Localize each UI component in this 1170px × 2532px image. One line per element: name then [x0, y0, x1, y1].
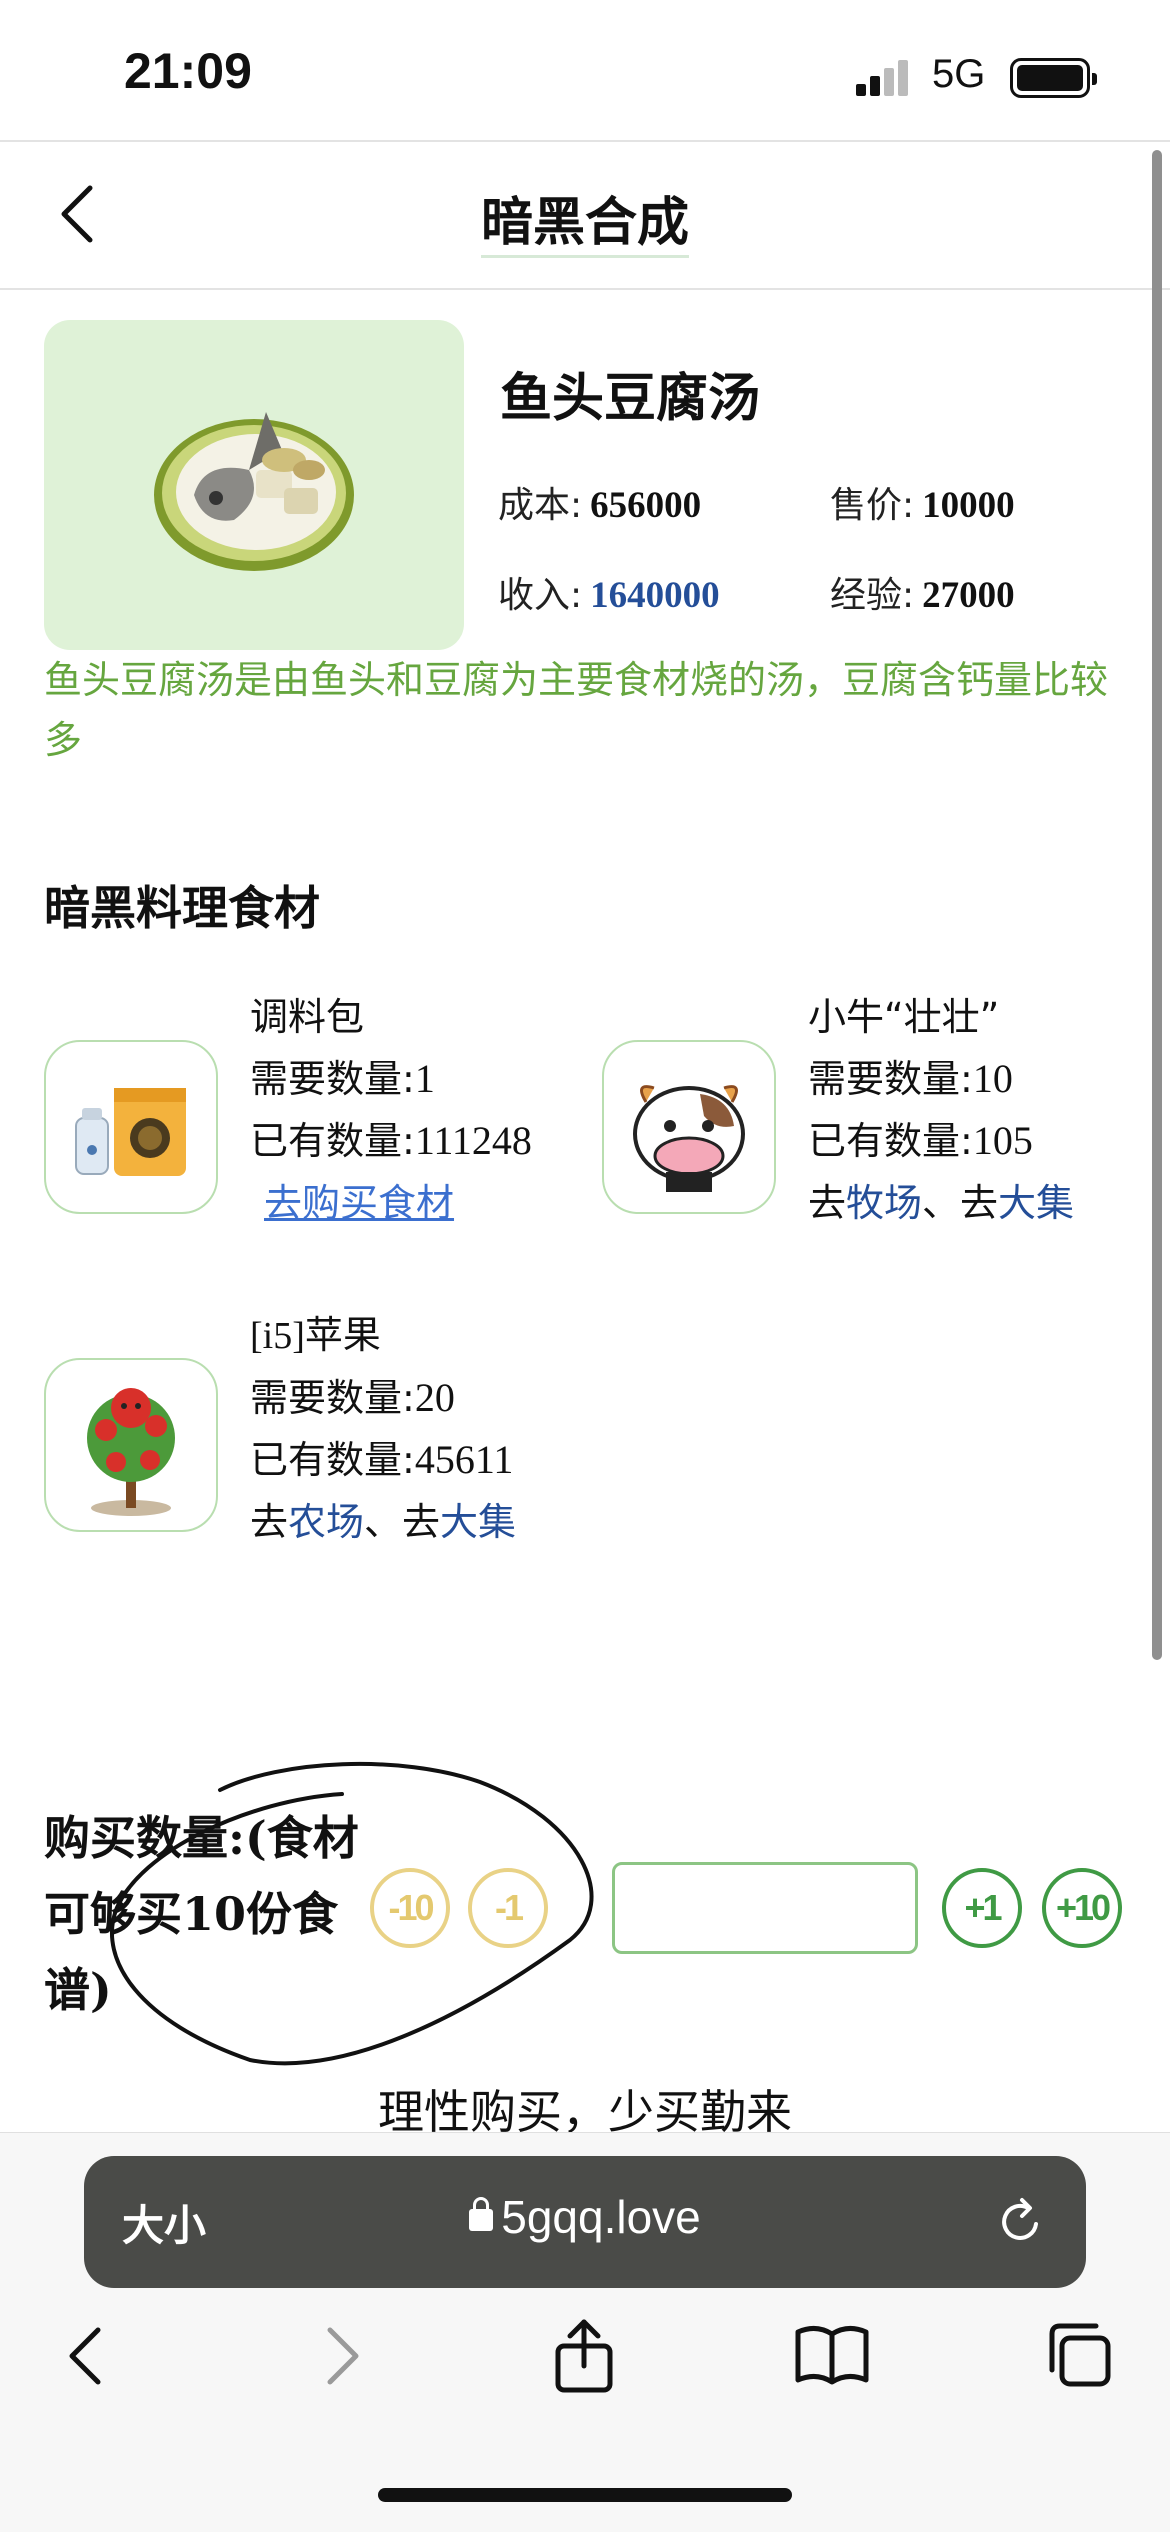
ranch-link[interactable]: 牧场: [846, 1181, 922, 1225]
buy-ingredient-link[interactable]: 去购买食材: [264, 1181, 454, 1225]
ingredient-have: 已有数量:111248: [250, 1118, 532, 1163]
ingredient-calf: 小牛“壮壮” 需要数量:10 已有数量:105 去牧场、去大集: [808, 986, 1074, 1234]
stat-exp: 经验: 27000: [830, 575, 1015, 616]
market-link[interactable]: 大集: [998, 1181, 1074, 1225]
address-bar[interactable]: 大小 5gqq.love: [84, 2156, 1086, 2288]
ingredient-need: 需要数量:20: [250, 1375, 455, 1420]
stat-cost: 成本: 656000: [498, 485, 702, 526]
tabs-icon[interactable]: [1040, 2316, 1120, 2396]
footer-text: 理性购买，少买勤来: [378, 2085, 792, 2135]
ingredient-have: 已有数量:45611: [250, 1437, 514, 1482]
quantity-input[interactable]: [612, 1862, 918, 1954]
ingredient-name: 小牛“壮壮”: [808, 995, 1000, 1039]
bookmarks-icon[interactable]: [792, 2316, 872, 2396]
battery-icon: [1010, 58, 1097, 98]
status-bar: 21:09 5G: [0, 0, 1170, 140]
status-time: 21:09: [124, 43, 252, 99]
signal-icon: [856, 58, 916, 96]
buy-quantity-label: 购买数量:(食材可够买10份食谱): [44, 1811, 359, 2017]
minus-1-button[interactable]: -1: [468, 1868, 548, 1948]
market-link[interactable]: 大集: [440, 1500, 516, 1544]
apple-tree-icon: [44, 1358, 218, 1532]
ingredient-have: 已有数量:105: [808, 1118, 1033, 1163]
ingredient-links: 去农场、去大集: [250, 1500, 517, 1544]
reload-icon[interactable]: [992, 2194, 1048, 2250]
farm-link[interactable]: 农场: [288, 1500, 364, 1544]
ingredient-need: 需要数量:10: [808, 1056, 1013, 1101]
plus-1-button[interactable]: +1: [942, 1868, 1022, 1948]
dish-name: 鱼头豆腐汤: [500, 369, 761, 429]
seasoning-pack-icon: [44, 1040, 218, 1214]
minus-10-button[interactable]: -10: [370, 1868, 450, 1948]
ingredient-apple: [i5]苹果 需要数量:20 已有数量:45611 去农场、去大集: [250, 1304, 516, 1553]
plus-10-button[interactable]: +10: [1042, 1868, 1122, 1948]
ingredient-seasoning: 调料包 需要数量:1 已有数量:111248 去购买食材: [250, 986, 532, 1234]
section-title-ingredients: 暗黑料理食材: [44, 881, 320, 935]
stat-price: 售价: 10000: [830, 485, 1015, 526]
page-title: 暗黑合成: [0, 180, 1170, 258]
nav-header: 暗黑合成: [0, 140, 1170, 290]
share-icon[interactable]: [544, 2316, 624, 2396]
dish-image: [44, 320, 464, 650]
home-indicator[interactable]: [378, 2488, 792, 2502]
scrollbar[interactable]: [1152, 150, 1162, 1660]
browser-forward-icon[interactable]: [300, 2316, 380, 2396]
ingredient-name: [i5]苹果: [250, 1315, 381, 1357]
stat-income: 收入: 1640000: [498, 575, 720, 616]
browser-back-icon[interactable]: [48, 2316, 128, 2396]
ingredient-need: 需要数量:1: [250, 1056, 435, 1101]
url-display[interactable]: 5gqq.love: [84, 2190, 1086, 2244]
dish-description: 鱼头豆腐汤是由鱼头和豆腐为主要食材烧的汤，豆腐含钙量比较多: [44, 658, 1109, 762]
lock-icon: [469, 2197, 494, 2231]
calf-icon: [602, 1040, 776, 1214]
network-label: 5G: [932, 52, 986, 96]
ingredient-links: 去牧场、去大集: [808, 1181, 1075, 1225]
ingredient-name: 调料包: [250, 995, 365, 1039]
